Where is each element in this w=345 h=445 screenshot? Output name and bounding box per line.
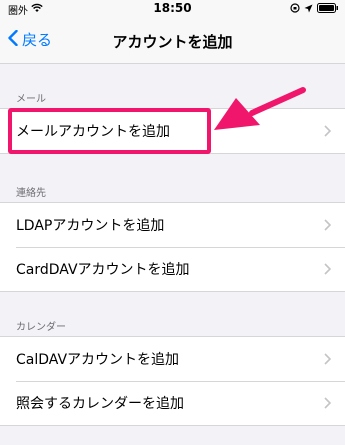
section-header-calendar: カレンダー (16, 322, 66, 333)
status-bar: 圏外 18:50 (0, 0, 345, 18)
chevron-right-icon (324, 263, 332, 279)
battery-icon (317, 3, 339, 16)
section-header-contacts: 連絡先 (16, 188, 46, 199)
page-title: アカウントを追加 (112, 33, 233, 51)
row-label: メールアカウントを追加 (16, 124, 170, 140)
group-contacts: LDAPアカウントを追加 CardDAVアカウントを追加 (0, 202, 345, 292)
row-label: LDAPアカウントを追加 (16, 218, 165, 234)
chevron-right-icon (324, 125, 332, 141)
add-carddav-account-row[interactable]: CardDAVアカウントを追加 (0, 247, 345, 291)
row-label: CardDAVアカウントを追加 (16, 262, 190, 278)
orientation-lock-icon (290, 3, 300, 16)
add-ldap-account-row[interactable]: LDAPアカウントを追加 (0, 203, 345, 247)
navigation-bar: 戻る アカウントを追加 (0, 18, 345, 64)
chevron-right-icon (324, 353, 332, 369)
status-indicators (290, 3, 339, 16)
chevron-right-icon (324, 397, 332, 413)
group-calendar: CalDAVアカウントを追加 照会するカレンダーを追加 (0, 336, 345, 426)
location-icon (304, 3, 313, 16)
group-mail: メールアカウントを追加 (0, 108, 345, 154)
row-label: CalDAVアカウントを追加 (16, 352, 180, 368)
add-mail-account-row[interactable]: メールアカウントを追加 (0, 109, 345, 153)
chevron-right-icon (324, 219, 332, 235)
add-caldav-account-row[interactable]: CalDAVアカウントを追加 (0, 337, 345, 381)
section-header-mail: メール (16, 94, 46, 105)
row-label: 照会するカレンダーを追加 (16, 396, 184, 412)
add-subscribed-calendar-row[interactable]: 照会するカレンダーを追加 (0, 381, 345, 425)
